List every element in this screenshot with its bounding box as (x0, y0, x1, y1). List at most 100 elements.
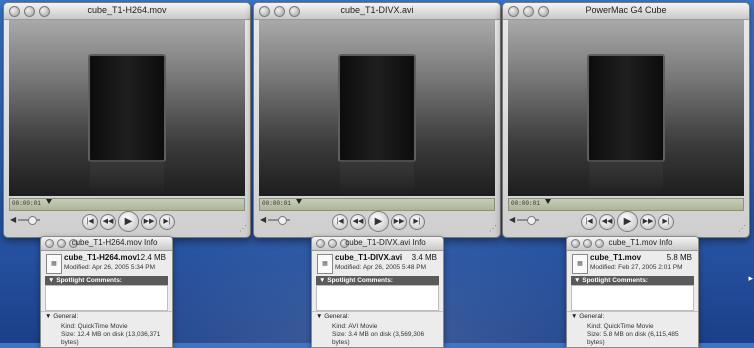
resize-grip-icon[interactable]: ⋰ (239, 224, 247, 233)
spotlight-comments-header[interactable]: ▼ Spotlight Comments: (316, 276, 439, 285)
file-size: 12.4 MB (136, 253, 166, 262)
kind-value: Kind: QuickTime Movie (587, 323, 654, 330)
time-scrubber[interactable]: 00:00:01 (508, 198, 744, 211)
modified-date: Modified: Apr 26, 2005 5:34 PM (64, 264, 156, 271)
general-label: General: (579, 313, 605, 320)
window-titlebar[interactable]: cube_T1-H264.mov (4, 3, 250, 20)
window-title: cube_T1-H264.mov (87, 5, 167, 15)
mouse-cursor-icon: ▸ (748, 273, 753, 283)
rewind-button[interactable]: ◀◀ (100, 214, 116, 230)
kind-value: Kind: AVI Movie (332, 323, 378, 330)
divider (567, 311, 698, 312)
resize-grip-icon[interactable]: ⋰ (738, 224, 746, 233)
play-button[interactable]: ▶ (118, 211, 139, 232)
general-section-header[interactable]: ▼ General: (316, 313, 349, 320)
spotlight-comments-field[interactable] (571, 285, 694, 311)
speaker-icon: ◀ (509, 215, 516, 224)
go-to-start-button[interactable]: |◀ (581, 214, 597, 230)
file-name: cube_T1-H264.mov (64, 253, 137, 262)
spotlight-comments-field[interactable] (45, 285, 168, 311)
modified-date: Modified: Apr 26, 2005 5:48 PM (335, 264, 427, 271)
cube-reflection (340, 160, 414, 196)
general-label: General: (53, 313, 79, 320)
divider (41, 311, 172, 312)
volume-knob[interactable] (278, 216, 287, 225)
info-window[interactable]: cube_T1-H264.mov Info ▦ cube_T1-H264.mov… (40, 236, 173, 348)
volume-knob[interactable] (527, 216, 536, 225)
volume-slider[interactable] (18, 216, 40, 225)
kind-value: Kind: QuickTime Movie (61, 323, 128, 330)
speaker-icon: ◀ (10, 215, 17, 224)
file-name: cube_T1.mov (590, 253, 642, 262)
go-to-end-button[interactable]: ▶| (409, 214, 425, 230)
timecode-display: 00:00:01 (262, 200, 291, 207)
go-to-end-button[interactable]: ▶| (658, 214, 674, 230)
fast-forward-button[interactable]: ▶▶ (391, 214, 407, 230)
g4-cube-image (587, 54, 665, 162)
window-title: cube_T1-H264.mov Info (71, 238, 158, 247)
playhead-icon[interactable] (545, 199, 551, 204)
size-value: Size: 12.4 MB on disk (13,036,371 bytes) (61, 331, 161, 346)
spotlight-comments-header[interactable]: ▼ Spotlight Comments: (45, 276, 168, 285)
video-frame[interactable] (259, 20, 495, 196)
volume-knob[interactable] (28, 216, 37, 225)
movie-file-icon: ▦ (317, 254, 333, 274)
time-scrubber[interactable]: 00:00:01 (9, 198, 245, 211)
g4-cube-image (338, 54, 416, 162)
general-section-header[interactable]: ▼ General: (571, 313, 604, 320)
go-to-start-button[interactable]: |◀ (82, 214, 98, 230)
rewind-button[interactable]: ◀◀ (599, 214, 615, 230)
timecode-display: 00:00:01 (12, 200, 41, 207)
playback-controls: ◀ |◀ ◀◀ ▶ ▶▶ ▶| ⋰ (4, 211, 250, 235)
window-title: cube_T1.mov Info (608, 238, 673, 247)
play-button[interactable]: ▶ (368, 211, 389, 232)
quicktime-player-window[interactable]: cube_T1-DIVX.avi 00:00:01 ◀ |◀ ◀◀ ▶ ▶▶ ▶… (253, 2, 501, 238)
cube-reflection (90, 160, 164, 196)
play-button[interactable]: ▶ (617, 211, 638, 232)
movie-file-icon: ▦ (46, 254, 62, 274)
video-frame[interactable] (508, 20, 744, 196)
fast-forward-button[interactable]: ▶▶ (640, 214, 656, 230)
window-titlebar[interactable]: cube_T1.mov Info (567, 237, 698, 251)
general-section-header[interactable]: ▼ General: (45, 313, 78, 320)
modified-date: Modified: Feb 27, 2005 2:01 PM (590, 264, 683, 271)
quicktime-player-window[interactable]: cube_T1-H264.mov 00:00:01 ◀ |◀ ◀◀ ▶ ▶▶ ▶… (3, 2, 251, 238)
volume-slider[interactable] (517, 216, 539, 225)
time-scrubber[interactable]: 00:00:01 (259, 198, 495, 211)
window-title: PowerMac G4 Cube (585, 5, 667, 15)
playhead-icon[interactable] (46, 199, 52, 204)
spotlight-comments-field[interactable] (316, 285, 439, 311)
cube-reflection (589, 160, 663, 196)
g4-cube-image (88, 54, 166, 162)
divider (312, 311, 443, 312)
playback-controls: ◀ |◀ ◀◀ ▶ ▶▶ ▶| ⋰ (254, 211, 500, 235)
fast-forward-button[interactable]: ▶▶ (141, 214, 157, 230)
window-titlebar[interactable]: cube_T1-DIVX.avi (254, 3, 500, 20)
file-size: 3.4 MB (411, 253, 437, 262)
window-title: cube_T1-DIVX.avi Info (345, 238, 426, 247)
spotlight-comments-header[interactable]: ▼ Spotlight Comments: (571, 276, 694, 285)
go-to-end-button[interactable]: ▶| (159, 214, 175, 230)
file-name: cube_T1-DIVX.avi (335, 253, 403, 262)
file-size: 5.8 MB (666, 253, 692, 262)
rewind-button[interactable]: ◀◀ (350, 214, 366, 230)
playhead-icon[interactable] (296, 199, 302, 204)
window-titlebar[interactable]: cube_T1-DIVX.avi Info (312, 237, 443, 251)
info-window[interactable]: cube_T1-DIVX.avi Info ▦ cube_T1-DIVX.avi… (311, 236, 444, 348)
size-value: Size: 5.8 MB on disk (6,115,485 bytes) (587, 331, 679, 346)
resize-grip-icon[interactable]: ⋰ (489, 224, 497, 233)
movie-file-icon: ▦ (572, 254, 588, 274)
window-titlebar[interactable]: cube_T1-H264.mov Info (41, 237, 172, 251)
info-window[interactable]: cube_T1.mov Info ▦ cube_T1.mov 5.8 MB Mo… (566, 236, 699, 348)
video-frame[interactable] (9, 20, 245, 196)
spotlight-comments-label: Spotlight Comments: (582, 277, 648, 284)
window-titlebar[interactable]: PowerMac G4 Cube (503, 3, 749, 20)
general-label: General: (324, 313, 350, 320)
go-to-start-button[interactable]: |◀ (332, 214, 348, 230)
volume-slider[interactable] (268, 216, 290, 225)
spotlight-comments-label: Spotlight Comments: (56, 277, 122, 284)
quicktime-player-window[interactable]: PowerMac G4 Cube 00:00:01 ◀ |◀ ◀◀ ▶ ▶▶ ▶… (502, 2, 750, 238)
spotlight-comments-label: Spotlight Comments: (327, 277, 393, 284)
speaker-icon: ◀ (260, 215, 267, 224)
window-title: cube_T1-DIVX.avi (340, 5, 414, 15)
